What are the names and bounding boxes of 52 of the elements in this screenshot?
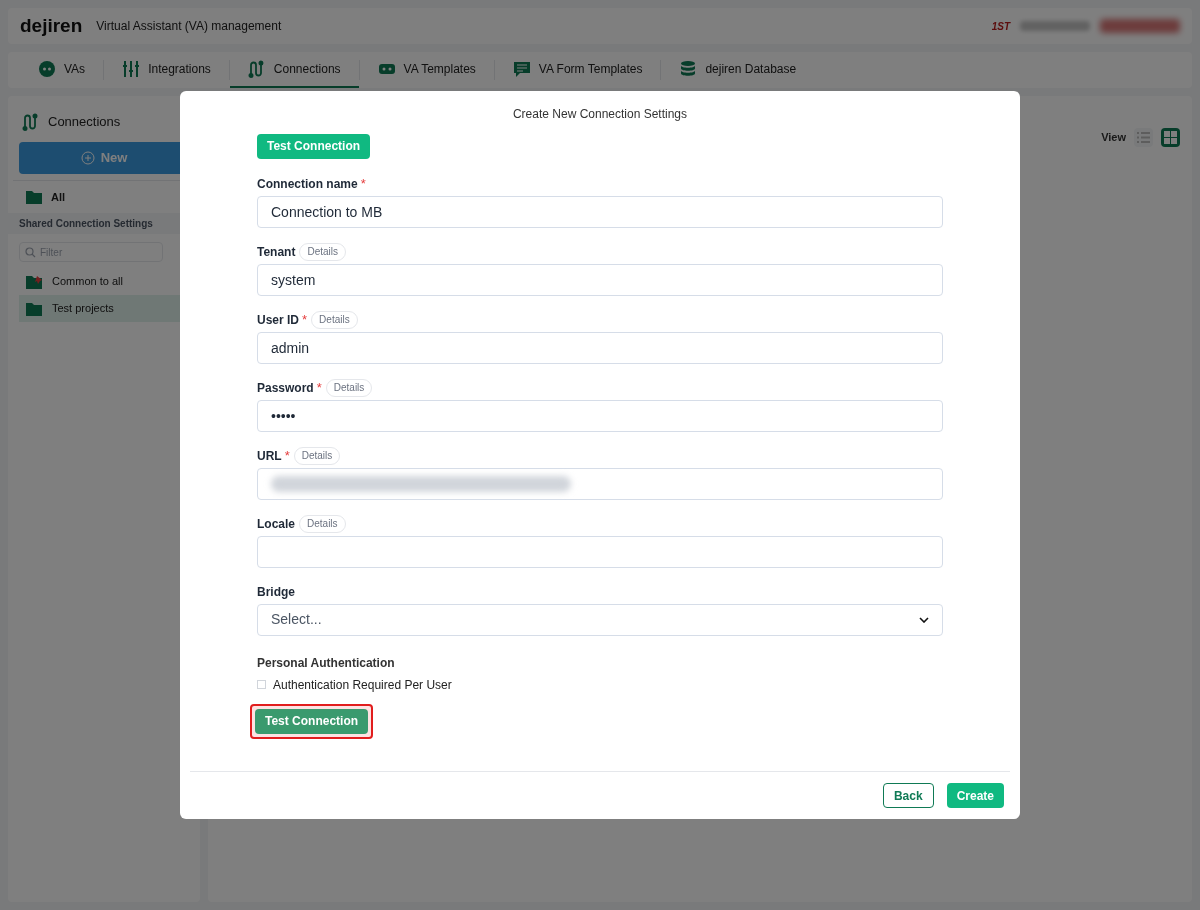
nav-tab[interactable]: VA Form Templates bbox=[494, 52, 661, 88]
app-title: Virtual Assistant (VA) management bbox=[96, 18, 282, 35]
chat-form-icon bbox=[512, 60, 531, 78]
select-dropdown[interactable]: Select... bbox=[257, 603, 943, 636]
search-icon bbox=[25, 246, 36, 258]
field-label: User ID bbox=[257, 311, 300, 329]
required-asterisk: * bbox=[316, 378, 322, 397]
sidebar-item[interactable]: Common to all bbox=[19, 268, 189, 295]
view-label: View bbox=[1101, 130, 1126, 146]
field-label: Tenant bbox=[257, 243, 296, 261]
connection-icon bbox=[247, 60, 266, 78]
nav-tab[interactable]: Integrations bbox=[104, 52, 229, 88]
rank-label: 1ST bbox=[991, 19, 1010, 34]
checkbox[interactable] bbox=[257, 680, 266, 689]
checkbox-label: Authentication Required Per User bbox=[273, 676, 452, 694]
field-label: Password bbox=[257, 379, 314, 397]
required-asterisk: * bbox=[284, 446, 290, 465]
test-connection-button[interactable]: Test Connection bbox=[255, 708, 369, 734]
field-label: URL bbox=[257, 447, 282, 465]
dialog-title: Create New Connection Settings bbox=[511, 106, 689, 123]
input-field[interactable]: ••••• bbox=[257, 399, 943, 432]
field-label: Bridge bbox=[257, 583, 295, 601]
input-field[interactable] bbox=[257, 467, 943, 500]
chevron-down-icon bbox=[919, 616, 929, 623]
nav-tab[interactable]: Connections bbox=[229, 52, 359, 88]
blurred-account bbox=[1020, 21, 1090, 31]
sliders-icon bbox=[122, 60, 141, 78]
field-label: Connection name bbox=[257, 175, 358, 193]
field-label: Locale bbox=[257, 515, 295, 533]
face-icon bbox=[38, 60, 56, 78]
input-field[interactable]: Connection to MB bbox=[257, 195, 943, 228]
required-asterisk: * bbox=[302, 310, 308, 329]
create-button[interactable]: Create bbox=[946, 783, 1004, 808]
test-connection-button[interactable]: Test Connection bbox=[257, 133, 371, 159]
database-icon bbox=[679, 60, 698, 78]
sidebar-item[interactable]: All bbox=[8, 181, 200, 213]
connection-icon bbox=[22, 113, 40, 131]
sidebar-title: Connections bbox=[48, 113, 121, 132]
input-field[interactable]: admin bbox=[257, 331, 943, 364]
folder-icon bbox=[26, 190, 43, 204]
list-view-toggle[interactable] bbox=[1134, 128, 1153, 147]
logo: dejiren bbox=[20, 13, 83, 38]
grid-view-toggle[interactable] bbox=[1161, 128, 1180, 147]
plus-circle-icon bbox=[80, 151, 95, 165]
input-field[interactable] bbox=[257, 535, 943, 568]
input-field[interactable]: system bbox=[257, 263, 943, 296]
nav-tab[interactable]: VAs bbox=[20, 52, 104, 88]
section-label: Personal Authentication bbox=[257, 654, 396, 672]
required-asterisk: * bbox=[360, 174, 366, 193]
nav-tab[interactable]: dejiren Database bbox=[661, 52, 815, 88]
nav-tab[interactable]: VA Templates bbox=[359, 52, 494, 88]
back-button[interactable]: Back bbox=[882, 783, 934, 808]
